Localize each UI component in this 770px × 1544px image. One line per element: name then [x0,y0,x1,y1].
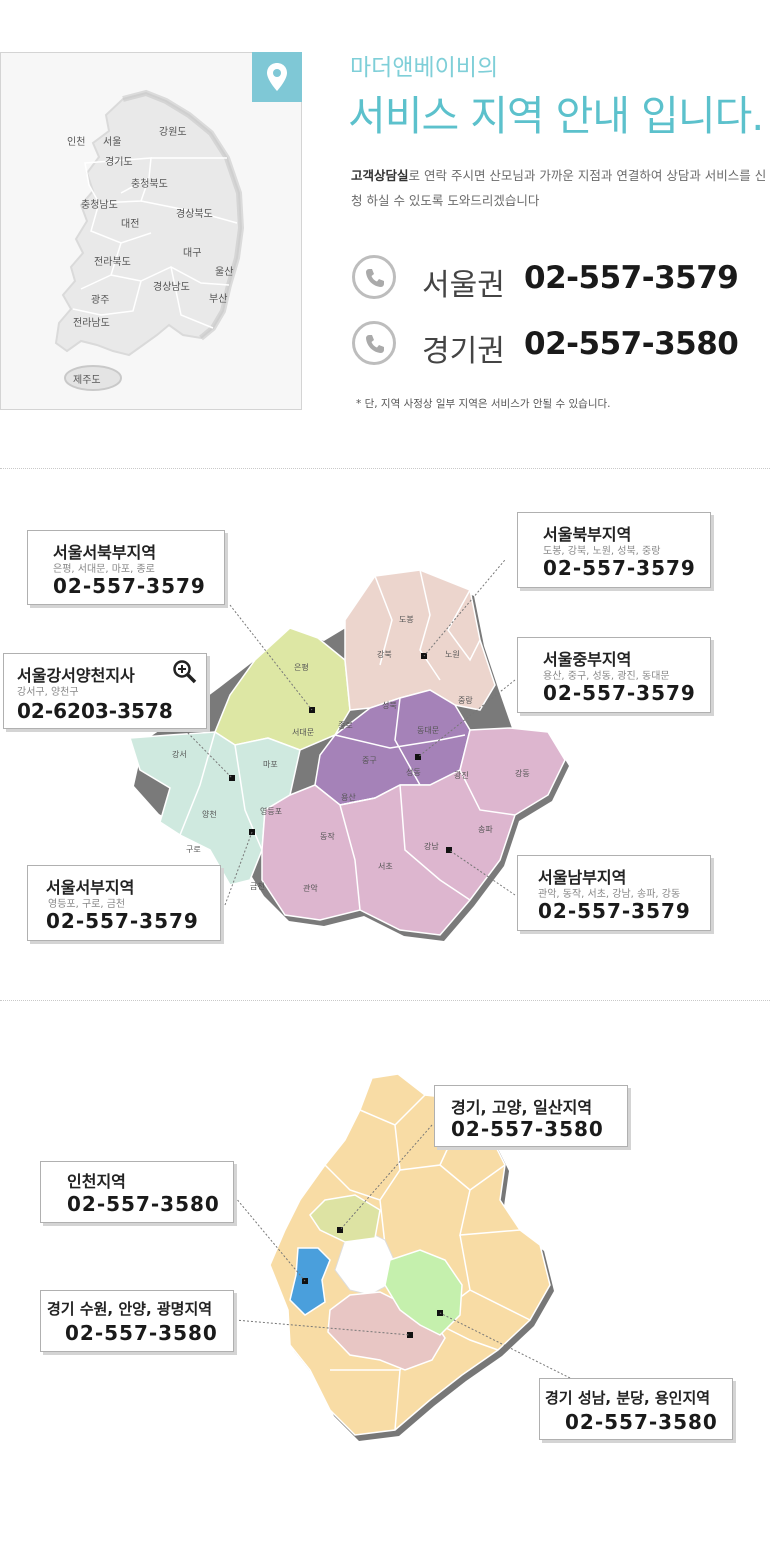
district-label: 종로 [338,721,353,730]
callout-districts: 영등포, 구로, 금천 [48,899,126,910]
desc-strong: 고객상담실 [351,168,409,183]
district-label: 도봉 [399,615,414,624]
section-divider [0,1000,770,1001]
district-label: 강북 [377,649,392,659]
region-label: 전라북도 [94,257,131,268]
location-pin-icon [267,63,287,91]
intro-title: 서비스 지역 안내 입니다. [348,92,764,140]
korea-map [54,89,245,391]
district-label: 성북 [382,701,397,710]
callout-phone[interactable]: 02-557-3580 [67,1192,220,1216]
district-label: 동작 [320,831,335,841]
callout-phone[interactable]: 02-557-3579 [543,556,696,580]
district-label: 영등포 [260,806,282,816]
district-label: 구로 [186,845,201,854]
callout-seoul-west: 서울서부지역 영등포, 구로, 금천 02-557-3579 [27,865,221,941]
intro-description: 고객상담실로 연락 주시면 산모님과 가까운 지점과 연결하여 상담과 서비스를… [351,163,767,213]
callout-title: 경기 수원, 안양, 광명지역 [47,1300,213,1318]
region-label: 울산 [215,267,234,278]
callout-title: 경기 성남, 분당, 용인지역 [545,1389,711,1407]
callout-seoul-northwest: 서울서북부지역 은평, 서대문, 마포, 종로 02-557-3579 [27,530,225,605]
region-label: 서울 [103,137,122,148]
map-marker [446,847,452,853]
callout-title: 경기, 고양, 일산지역 [451,1098,593,1117]
region-label: 강원도 [159,127,187,138]
callout-incheon: 인천지역 02-557-3580 [40,1161,234,1223]
district-label: 관악 [303,883,318,893]
phone-icon [352,321,396,365]
region-label: 충청남도 [81,200,118,211]
phone-label: 경기권 [422,334,505,369]
callout-phone[interactable]: 02-557-3580 [451,1117,604,1141]
district-label: 용산 [341,792,356,802]
callout-seoul-central: 서울중부지역 용산, 중구, 성동, 광진, 동대문 02-557-3579 [517,637,711,713]
district-label: 마포 [263,760,278,769]
callout-districts: 강서구, 양천구 [17,687,79,698]
callout-seoul-south: 서울남부지역 관악, 동작, 서초, 강남, 송파, 강동 02-557-357… [517,855,711,931]
desc-text: 로 연락 주시면 산모님과 가까운 지점과 연결하여 상담과 서비스를 신청 하… [351,168,767,208]
phone-label: 서울권 [422,268,505,303]
region-label: 대구 [183,248,202,259]
region-label: 부산 [209,294,228,305]
callout-phone[interactable]: 02-557-3580 [65,1321,218,1345]
region-label: 충청북도 [131,179,168,190]
callout-phone[interactable]: 02-6203-3578 [17,699,173,723]
callout-phone[interactable]: 02-557-3579 [538,899,691,923]
district-label: 금천 [250,881,265,891]
district-label: 서대문 [292,728,314,737]
district-label: 광진 [454,770,469,780]
district-label: 성동 [406,768,421,777]
region-label: 경기도 [105,157,133,168]
callout-phone[interactable]: 02-557-3580 [565,1410,718,1434]
callout-districts: 관악, 동작, 서초, 강남, 송파, 강동 [538,889,681,900]
callout-districts: 용산, 중구, 성동, 광진, 동대문 [543,671,670,682]
phone-number[interactable]: 02-557-3579 [524,260,739,296]
district-label: 송파 [478,825,493,834]
callout-phone[interactable]: 02-557-3579 [46,909,199,933]
district-label: 양천 [202,809,217,819]
callout-phone[interactable]: 02-557-3579 [53,574,206,598]
phone-icon [352,255,396,299]
callout-phone[interactable]: 02-557-3579 [543,681,696,705]
callout-districts: 도봉, 강북, 노원, 성북, 중랑 [543,546,661,557]
callout-seongnam-bundang-yongin: 경기 성남, 분당, 용인지역 02-557-3580 [539,1378,733,1440]
region-label: 대전 [121,219,140,230]
callout-seoul-gangseo-yangcheon: 서울강서양천지사 강서구, 양천구 02-6203-3578 [3,653,207,729]
district-label: 서초 [378,862,393,871]
region-label: 제주도 [73,375,101,386]
location-badge [252,52,302,102]
callout-districts: 은평, 서대문, 마포, 종로 [53,564,155,575]
region-label: 경상북도 [176,209,213,220]
district-label: 강동 [515,768,530,778]
service-note: * 단, 지역 사정상 일부 지역은 서비스가 안될 수 있습니다. [356,398,611,410]
phone-number[interactable]: 02-557-3580 [524,326,739,362]
district-label: 은평 [294,662,309,672]
region-label: 경상남도 [153,282,190,293]
district-label: 동대문 [417,726,439,735]
district-label: 노원 [445,650,460,659]
district-label: 강남 [424,841,439,851]
region-label: 광주 [91,295,110,306]
callout-seoul-north: 서울북부지역 도봉, 강북, 노원, 성북, 중랑 02-557-3579 [517,512,711,588]
callout-suwon-anyang-gwangmyeong: 경기 수원, 안양, 광명지역 02-557-3580 [40,1290,234,1352]
korea-map-panel: 인천 서울 강원도 경기도 충청북도 충청남도 대전 경상북도 전라북도 대구 … [0,52,302,410]
section-divider [0,468,770,469]
zoom-in-icon[interactable] [172,659,198,685]
callout-goyang-ilsan: 경기, 고양, 일산지역 02-557-3580 [434,1085,628,1147]
callout-title: 인천지역 [67,1172,126,1191]
intro-subtitle: 마더앤베이비의 [350,55,499,81]
region-label: 인천 [67,137,86,148]
district-label: 중구 [362,756,377,765]
region-label: 전라남도 [73,318,110,329]
district-label: 중랑 [458,695,473,705]
district-label: 강서 [172,749,187,759]
